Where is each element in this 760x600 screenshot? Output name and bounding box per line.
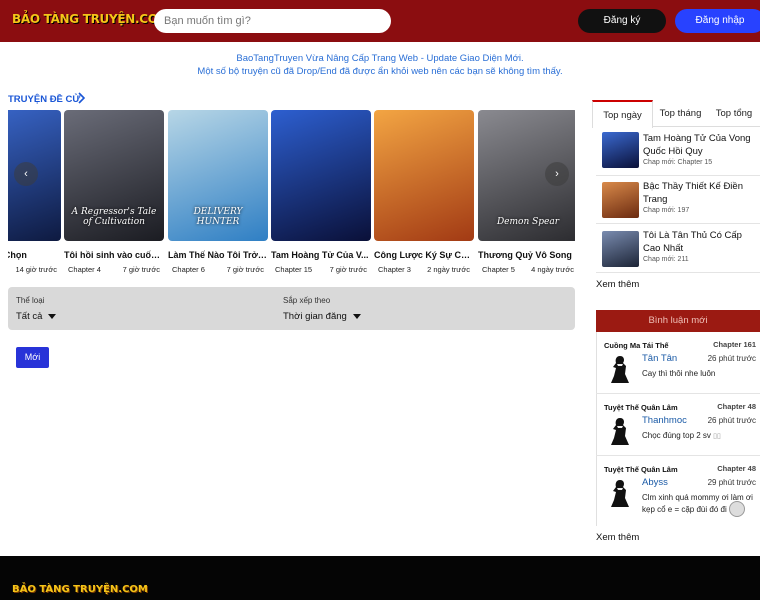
card-time: 2 ngày trước (427, 265, 470, 274)
comment-user[interactable]: Abyss (642, 477, 668, 488)
comment-time: 26 phút trước (707, 416, 756, 425)
cover-image[interactable] (271, 110, 371, 241)
comment-item: Tuyệt Thế Quân Lâm Chapter 48 Abyss 29 p… (596, 456, 760, 526)
site-logo[interactable]: BẢO TÀNG TRUYỆN.COM (12, 12, 170, 26)
card-title[interactable]: Làm Thế Nào Tôi Trở T... (168, 250, 268, 260)
comment-item: Cuồng Ma Tái Thế Chapter 161 Tân Tân 26 … (596, 332, 760, 394)
recommended-title[interactable]: TRUYỆN ĐỀ CỬ (8, 94, 80, 105)
cover-image[interactable] (374, 110, 474, 241)
site-notice: BaoTangTruyen Vừa Nâng Cấp Trang Web - U… (0, 52, 760, 78)
filter-bar: Thể loại Tất cả Sắp xếp theo Thời gian đ… (8, 287, 575, 330)
chevron-right-icon[interactable]: › (545, 162, 569, 186)
emoji-icon: ▯▯ (713, 433, 721, 440)
comment-text: Cay thì thôi nhe luôn (642, 369, 716, 378)
top-item-chapter[interactable]: Chap mới: 211 (643, 256, 689, 263)
comments-more-link[interactable]: Xem thêm (596, 532, 639, 543)
comment-time: 29 phút trước (707, 478, 756, 487)
top-item[interactable]: Tam Hoàng Tử Của Vong Quốc Hồi Quy Chap … (596, 128, 760, 176)
comment-text-content: Chọc đúng top 2 sv (642, 431, 711, 440)
top-thumbnail[interactable] (602, 182, 639, 218)
recommended-card[interactable]: Tôi Được Chọn 14 giờ trước (8, 110, 61, 280)
recommended-card[interactable]: Công Lược Ký Sự Của ... Chapter 3 2 ngày… (374, 110, 474, 280)
login-button[interactable]: Đăng nhập (675, 9, 760, 33)
avatar (608, 354, 632, 384)
sticker-icon (729, 501, 745, 517)
comment-item: Tuyệt Thế Quân Lâm Chapter 48 Thanhmoc 2… (596, 394, 760, 456)
comment-user[interactable]: Tân Tân (642, 353, 677, 364)
genre-label: Thể loại (16, 296, 45, 305)
comment-story[interactable]: Cuồng Ma Tái Thế (604, 341, 669, 350)
genre-select[interactable]: Tất cả (16, 311, 57, 322)
footer-logo[interactable]: BẢO TÀNG TRUYỆN.COM (12, 584, 148, 595)
card-time: 7 giờ trước (226, 265, 264, 274)
cover-image[interactable]: A Regressor's Tale of Cultivation (64, 110, 164, 241)
chevron-right-icon[interactable] (77, 92, 86, 107)
chevron-left-icon[interactable]: ‹ (14, 162, 38, 186)
card-time: 7 giờ trước (329, 265, 367, 274)
top-thumbnail[interactable] (602, 132, 639, 168)
card-time: 7 giờ trước (122, 265, 160, 274)
notice-line-1: BaoTangTruyen Vừa Nâng Cấp Trang Web - U… (236, 53, 524, 64)
card-title[interactable]: Tôi Được Chọn (8, 250, 61, 260)
comments-header: Bình luận mới (596, 310, 760, 332)
caret-down-icon[interactable] (352, 313, 361, 319)
register-button[interactable]: Đăng ký (578, 9, 666, 33)
search-input[interactable] (154, 9, 391, 33)
recommended-card[interactable]: Tam Hoàng Tử Của V... Chapter 15 7 giờ t… (271, 110, 371, 280)
top-more-link[interactable]: Xem thêm (596, 279, 639, 290)
comment-user[interactable]: Thanhmoc (642, 415, 687, 426)
card-time: 14 giờ trước (15, 265, 57, 274)
card-chapter[interactable]: Chapter 6 (172, 265, 205, 274)
top-header: BẢO TÀNG TRUYỆN.COM Đăng ký Đăng nhập (0, 0, 760, 42)
tab-top-all[interactable]: Top tổng (708, 100, 760, 127)
sort-value[interactable]: Thời gian đăng (283, 311, 347, 322)
top-tabs: Top ngày Top tháng Top tổng (592, 100, 760, 128)
new-button[interactable]: Mới (16, 347, 49, 368)
sort-select[interactable]: Thời gian đăng (283, 311, 361, 322)
card-chapter[interactable]: Chapter 4 (68, 265, 101, 274)
cover-image[interactable]: DELIVERY HUNTER (168, 110, 268, 241)
tab-top-month[interactable]: Top tháng (653, 100, 708, 127)
top-item-title[interactable]: Tam Hoàng Tử Của Vong Quốc Hồi Quy (643, 132, 760, 158)
avatar (608, 416, 632, 446)
top-item[interactable]: Tôi Là Tân Thủ Có Cấp Cao Nhất Chap mới:… (596, 225, 760, 273)
card-title[interactable]: Công Lược Ký Sự Của ... (374, 250, 474, 260)
card-time: 4 ngày trước (531, 265, 574, 274)
caret-down-icon[interactable] (48, 313, 57, 319)
recommended-carousel: Tôi Được Chọn 14 giờ trước A Regressor's… (8, 110, 575, 280)
top-item-chapter[interactable]: Chap mới: 197 (643, 207, 689, 214)
top-item-title[interactable]: Bậc Thầy Thiết Kế Điền Trang (643, 180, 760, 206)
card-title[interactable]: Thương Quỷ Vô Song (478, 250, 575, 260)
card-chapter[interactable]: Chapter 3 (378, 265, 411, 274)
top-thumbnail[interactable] (602, 231, 639, 267)
comment-text: Chọc đúng top 2 sv ▯▯ (642, 430, 760, 443)
recommended-card[interactable]: DELIVERY HUNTER Làm Thế Nào Tôi Trở T...… (168, 110, 268, 280)
recommended-card[interactable]: Demon Spear Thương Quỷ Vô Song Chapter 5… (478, 110, 575, 280)
genre-value[interactable]: Tất cả (16, 311, 42, 322)
card-chapter[interactable]: Chapter 5 (482, 265, 515, 274)
top-item-title[interactable]: Tôi Là Tân Thủ Có Cấp Cao Nhất (643, 229, 760, 255)
comment-chapter[interactable]: Chapter 48 (717, 464, 756, 473)
comment-chapter[interactable]: Chapter 161 (713, 340, 756, 349)
card-title[interactable]: Tôi hồi sinh vào cuốn ... (64, 250, 164, 260)
top-item-chapter[interactable]: Chap mới: Chapter 15 (643, 159, 712, 166)
avatar (608, 478, 632, 508)
comment-time: 26 phút trước (707, 354, 756, 363)
comment-story[interactable]: Tuyệt Thế Quân Lâm (604, 403, 678, 412)
comment-story[interactable]: Tuyệt Thế Quân Lâm (604, 465, 678, 474)
notice-line-2: Một số bộ truyện cũ đã Drop/End đã được … (197, 66, 563, 77)
top-item[interactable]: Bậc Thầy Thiết Kế Điền Trang Chap mới: 1… (596, 176, 760, 224)
recommended-card[interactable]: A Regressor's Tale of Cultivation Tôi hồ… (64, 110, 164, 280)
page-footer: BẢO TÀNG TRUYỆN.COM (0, 556, 760, 600)
tab-top-day[interactable]: Top ngày (592, 100, 653, 128)
card-title[interactable]: Tam Hoàng Tử Của V... (271, 250, 371, 260)
card-chapter[interactable]: Chapter 15 (275, 265, 312, 274)
sort-label: Sắp xếp theo (283, 296, 331, 305)
comment-chapter[interactable]: Chapter 48 (717, 402, 756, 411)
